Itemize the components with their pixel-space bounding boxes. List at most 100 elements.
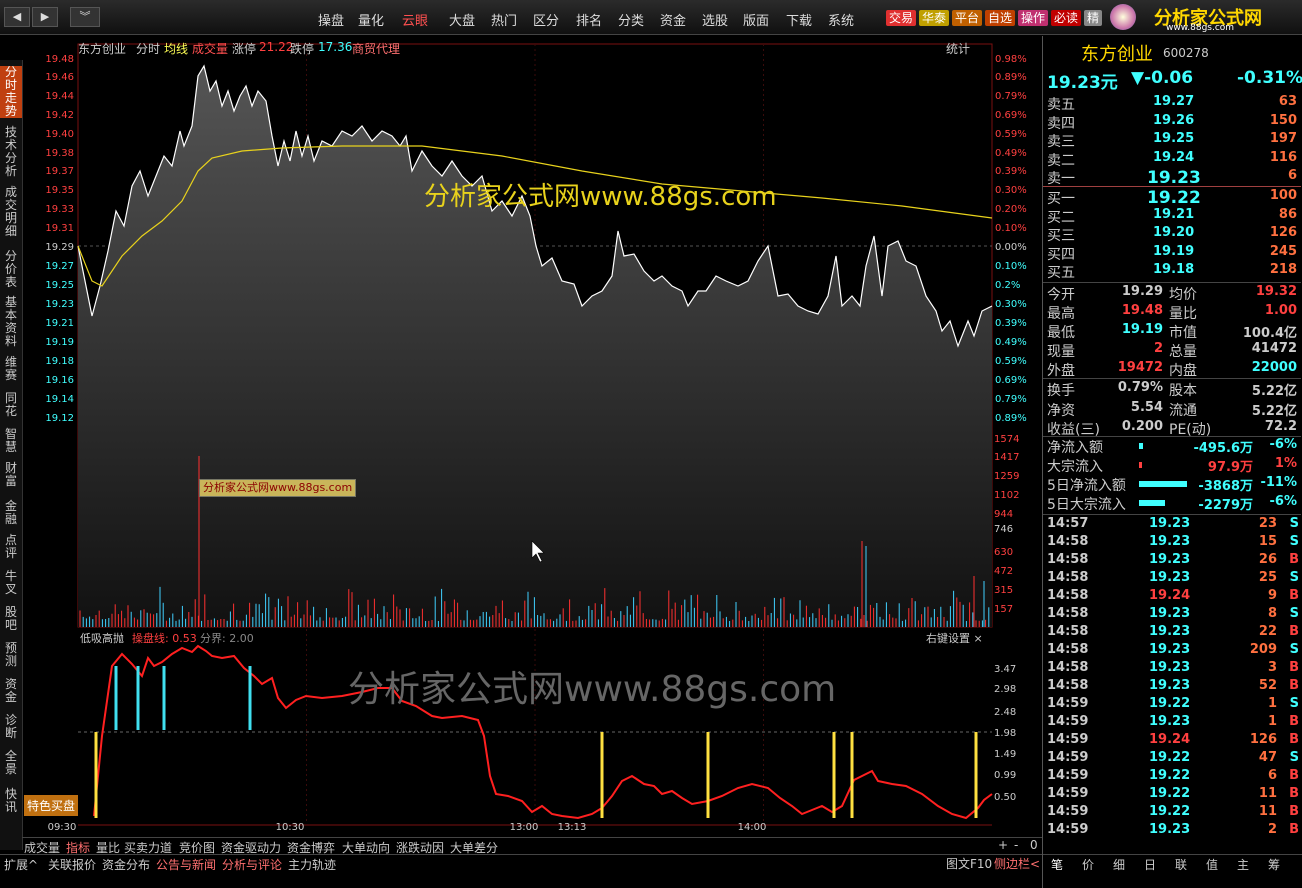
menu-0[interactable]: 操盘 xyxy=(318,10,344,29)
menu-11[interactable]: 下载 xyxy=(786,10,812,29)
quick-tag-6[interactable]: 精 xyxy=(1084,10,1103,26)
left-tab-12[interactable]: 股吧 xyxy=(0,606,22,632)
bottom-tab-2[interactable]: 资金分布 xyxy=(102,856,150,873)
zoom-0[interactable]: + xyxy=(998,838,1008,852)
zoom-2[interactable]: 0 xyxy=(1030,838,1038,852)
bid-row[interactable]: 买一 19.22 100 xyxy=(1047,188,1301,208)
zoom-1[interactable]: - xyxy=(1014,838,1018,852)
tick-side: B xyxy=(1289,714,1299,729)
quick-tag-1[interactable]: 华泰 xyxy=(919,10,950,26)
menu-6[interactable]: 排名 xyxy=(576,10,602,29)
tick-side: B xyxy=(1289,768,1299,783)
left-tab-4[interactable]: 基本资料 xyxy=(0,296,22,348)
bid-row[interactable]: 买四 19.19 245 xyxy=(1047,244,1301,263)
quote-tab-4[interactable]: 联 xyxy=(1175,856,1187,873)
tick-time: 14:58 xyxy=(1047,624,1089,639)
brand-logo: 分析家公式网 www.88gs.com xyxy=(1110,2,1300,33)
stat-value-a: 19.48 xyxy=(1121,303,1163,318)
left-tab-17[interactable]: 快讯 xyxy=(0,788,22,814)
left-tab-11[interactable]: 牛叉 xyxy=(0,570,22,596)
quote-tab-2[interactable]: 细 xyxy=(1113,856,1125,873)
menu-12[interactable]: 系统 xyxy=(828,10,854,29)
bottom-tab-1[interactable]: 关联报价 xyxy=(48,856,96,873)
menu-1[interactable]: 量化 xyxy=(358,10,384,29)
back-icon[interactable]: ◀ xyxy=(4,7,30,27)
ask-row[interactable]: 卖四 19.26 150 xyxy=(1047,113,1301,132)
quote-tab-0[interactable]: 笔 xyxy=(1051,856,1063,873)
special-buy-button[interactable]: 特色买盘 xyxy=(24,795,79,816)
ask-row[interactable]: 卖三 19.25 197 xyxy=(1047,131,1301,150)
bid-volume: 126 xyxy=(1269,225,1297,240)
left-tab-13[interactable]: 预测 xyxy=(0,642,22,668)
bottom-tab-4[interactable]: 分析与评论 xyxy=(222,856,282,873)
stat-value-b: 72.2 xyxy=(1264,419,1297,434)
left-tab-3[interactable]: 分价表 xyxy=(0,250,22,289)
left-tab-15[interactable]: 诊断 xyxy=(0,714,22,740)
quote-tab-3[interactable]: 日 xyxy=(1144,856,1156,873)
left-tab-7[interactable]: 智慧 xyxy=(0,428,22,454)
top-menu-bar: ◀ ▶ ︾ 操盘 量化 云眼 大盘 热门 区分 排名 分类 资金 选股 版面 下载 系统 交易 华泰 平台自… xyxy=(0,0,1302,35)
left-tab-10[interactable]: 点评 xyxy=(0,534,22,560)
bid-row[interactable]: 买三 19.20 126 xyxy=(1047,225,1301,244)
bid-row[interactable]: 买二 19.21 86 xyxy=(1047,207,1301,226)
menu-9[interactable]: 选股 xyxy=(702,10,728,29)
left-tab-14[interactable]: 资金 xyxy=(0,678,22,704)
tab-avg-line[interactable]: 均线 xyxy=(164,40,188,57)
left-tab-5[interactable]: 维赛 xyxy=(0,356,22,382)
tick-volume: 2 xyxy=(1267,822,1277,837)
bottom-tab-3[interactable]: 公告与新闻 xyxy=(156,856,216,873)
left-tab-1[interactable]: 技术分析 xyxy=(0,126,22,178)
sector-label[interactable]: 商贸代理 xyxy=(352,40,400,57)
tab-timeshare[interactable]: 分时 xyxy=(136,40,160,57)
vol-tick-3: 1102 xyxy=(994,490,1019,501)
bottom-tab-5[interactable]: 主力轨迹 xyxy=(288,856,336,873)
collapse-icon[interactable]: ︾ xyxy=(70,7,100,27)
quick-tag-4[interactable]: 操作 xyxy=(1018,10,1049,26)
menu-4[interactable]: 热门 xyxy=(491,10,517,29)
sidebar-toggle[interactable]: 侧边栏< xyxy=(994,855,1040,872)
left-tab-2[interactable]: 成交明细 xyxy=(0,186,22,238)
quote-panel: 东方创业 600278 19.23元 ▼-0.06 -0.31% 卖五 19.27… xyxy=(1042,36,1302,888)
quick-tag-5[interactable]: 必读 xyxy=(1051,10,1082,26)
indicator-settings[interactable]: 右键设置 × xyxy=(926,630,983,646)
quote-tab-5[interactable]: 值 xyxy=(1206,856,1218,873)
indicator-name[interactable]: 低吸高抛 xyxy=(80,630,124,646)
quote-tab-7[interactable]: 筹 xyxy=(1268,856,1280,873)
forward-icon[interactable]: ▶ xyxy=(32,7,58,27)
left-tab-8[interactable]: 财富 xyxy=(0,462,22,488)
left-tab-9[interactable]: 金融 xyxy=(0,500,22,526)
menu-7[interactable]: 分类 xyxy=(618,10,644,29)
quick-tag-0[interactable]: 交易 xyxy=(886,10,917,26)
intraday-chart[interactable]: 19.48 19.46 19.44 19.42 19.40 19.38 19.37 19.35… xyxy=(22,36,1042,836)
quick-tag-2[interactable]: 平台 xyxy=(952,10,983,26)
left-tab-0[interactable]: 分时走势 xyxy=(0,66,22,118)
quote-tab-6[interactable]: 主 xyxy=(1237,856,1249,873)
left-tab-6[interactable]: 同花 xyxy=(0,392,22,418)
tick-price: 19.23 xyxy=(1149,678,1191,693)
f10-button[interactable]: 图文F10 xyxy=(946,855,992,872)
bottom-tab-0[interactable]: 扩展^ xyxy=(4,856,38,873)
menu-2[interactable]: 云眼 xyxy=(402,10,428,29)
menu-10[interactable]: 版面 xyxy=(743,10,769,29)
bid-row[interactable]: 买五 19.18 218 xyxy=(1047,262,1301,281)
menu-8[interactable]: 资金 xyxy=(660,10,686,29)
tick-time: 14:58 xyxy=(1047,552,1089,567)
pct-tick-13: 0.30% xyxy=(995,299,1027,310)
stat-row: 外盘 19472 内盘 22000 xyxy=(1047,360,1301,379)
ask-row[interactable]: 卖五 19.27 63 xyxy=(1047,94,1301,113)
menu-3[interactable]: 大盘 xyxy=(449,10,475,29)
tick-volume: 126 xyxy=(1249,732,1277,747)
left-tab-16[interactable]: 全景 xyxy=(0,750,22,776)
stats-button[interactable]: 统计 xyxy=(946,40,970,57)
tab-volume[interactable]: 成交量 xyxy=(192,40,228,57)
price-tick-12: 19.25 xyxy=(45,280,74,291)
tick-volume: 22 xyxy=(1258,624,1277,639)
menu-5[interactable]: 区分 xyxy=(533,10,559,29)
quote-tab-1[interactable]: 价 xyxy=(1082,856,1094,873)
pct-tick-8: 0.20% xyxy=(995,204,1027,215)
quick-tag-3[interactable]: 自选 xyxy=(985,10,1016,26)
stat-value-b: 100.4亿 xyxy=(1242,326,1297,341)
ask-row[interactable]: 卖二 19.24 116 xyxy=(1047,150,1301,169)
bid-price: 19.20 xyxy=(1153,225,1195,240)
ask-row[interactable]: 卖一 19.23 6 xyxy=(1047,168,1301,188)
